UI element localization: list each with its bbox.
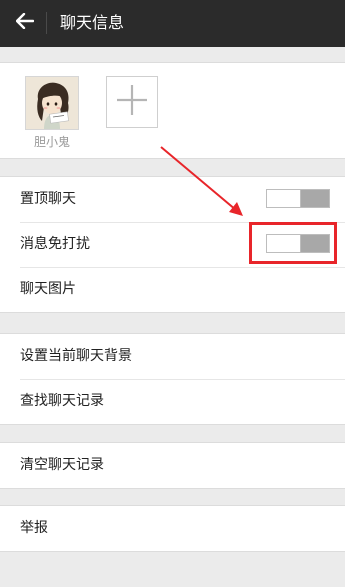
avatar[interactable]: [25, 76, 79, 130]
pin-chat-label: 置顶聊天: [20, 191, 76, 207]
add-member-button[interactable]: [106, 76, 158, 128]
search-history-label: 查找聊天记录: [20, 393, 104, 409]
chat-info-screen: 聊天信息 胆小鬼 置顶聊天 消息免打扰 聊天图片 设置当前聊天背景 查找聊天记录…: [0, 0, 345, 587]
clear-history-group: 清空聊天记录: [0, 442, 345, 489]
page-title: 聊天信息: [60, 13, 125, 32]
pin-chat-row[interactable]: 置顶聊天: [0, 177, 345, 222]
member-name: 胆小鬼: [33, 135, 70, 149]
toggle-knob: [267, 235, 301, 252]
top-bar: 聊天信息: [0, 0, 345, 47]
search-history-row[interactable]: 查找聊天记录: [0, 379, 345, 424]
set-background-row[interactable]: 设置当前聊天背景: [0, 334, 345, 379]
member-item[interactable]: 胆小鬼: [25, 76, 79, 149]
set-background-label: 设置当前聊天背景: [20, 348, 132, 364]
report-label: 举报: [20, 520, 48, 536]
chat-history-group: 设置当前聊天背景 查找聊天记录: [0, 333, 345, 425]
pin-chat-toggle[interactable]: [266, 189, 330, 208]
back-arrow-icon: [15, 12, 35, 33]
clear-history-row[interactable]: 清空聊天记录: [0, 443, 345, 488]
chat-images-label: 聊天图片: [20, 281, 76, 297]
mute-label: 消息免打扰: [20, 236, 90, 252]
topbar-divider: [46, 12, 47, 34]
mute-toggle[interactable]: [266, 234, 330, 253]
plus-icon: [115, 83, 149, 121]
chat-options-group: 置顶聊天 消息免打扰 聊天图片: [0, 176, 345, 313]
members-panel: 胆小鬼: [0, 62, 345, 159]
chat-images-row[interactable]: 聊天图片: [0, 267, 345, 312]
report-row[interactable]: 举报: [0, 506, 345, 551]
mute-row[interactable]: 消息免打扰: [0, 222, 345, 267]
report-group: 举报: [0, 505, 345, 552]
back-button[interactable]: [8, 6, 42, 40]
toggle-knob: [267, 190, 301, 207]
cartoon-girl-avatar-icon: [26, 77, 78, 129]
clear-history-label: 清空聊天记录: [20, 457, 104, 473]
